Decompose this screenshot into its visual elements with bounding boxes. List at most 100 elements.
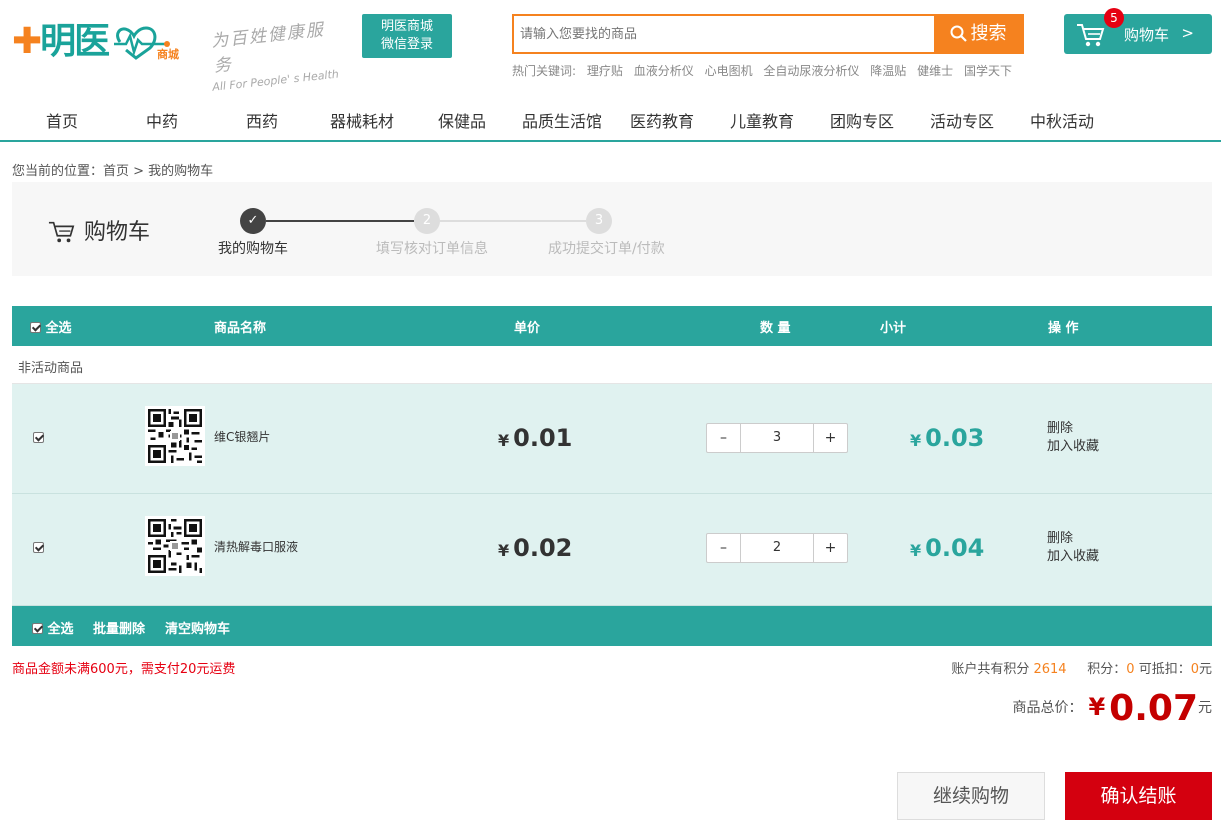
row-subtotal: ¥0.03 <box>910 424 985 452</box>
header: ✚明医 商城 为百姓健康服务 All For People' s Health … <box>0 0 1221 95</box>
nav-item[interactable]: 医药教育 <box>612 108 712 132</box>
table-row: 维C银翘片 ¥0.01 – 3 + ¥0.03 删除 加入收藏 <box>12 384 1212 494</box>
hot-keywords-label: 热门关键词: <box>512 64 577 78</box>
main-nav: 首页 中药 西药 器械耗材 保健品 品质生活馆 医药教育 儿童教育 团购专区 活… <box>0 100 1221 142</box>
row-checkbox[interactable] <box>33 432 44 443</box>
delete-link[interactable]: 删除 <box>1047 420 1099 438</box>
search-button[interactable]: 搜索 <box>934 16 1022 52</box>
qr-code-icon <box>148 409 202 463</box>
quantity-stepper: – 3 + <box>706 423 848 453</box>
deduct-amount: 0 <box>1190 662 1199 677</box>
cart-label: 购物车 <box>1124 26 1170 44</box>
cart-arrow: > <box>1181 24 1194 42</box>
hot-keyword[interactable]: 健维士 <box>917 64 953 78</box>
total-currency: ¥ <box>1088 693 1106 721</box>
cart-button[interactable]: 5 购物车 > <box>1064 8 1212 54</box>
breadcrumb: 您当前的位置：首页 > 我的购物车 <box>12 164 214 179</box>
nav-item[interactable]: 活动专区 <box>912 108 1012 132</box>
batch-delete-button[interactable]: 批量删除 <box>93 618 145 637</box>
hot-keyword[interactable]: 血液分析仪 <box>634 64 694 78</box>
total-label: 商品总价： <box>1012 700 1083 716</box>
row-actions: 删除 加入收藏 <box>1047 530 1099 566</box>
qr-code-icon <box>148 519 202 573</box>
qty-input[interactable]: 2 <box>741 534 813 562</box>
nav-item[interactable]: 品质生活馆 <box>512 108 612 132</box>
wechat-login-button[interactable]: 明医商城 微信登录 <box>362 14 452 58</box>
points-summary: 账户共有积分 2614 积分：0 可抵扣：0元 <box>951 658 1212 677</box>
add-favorite-link[interactable]: 加入收藏 <box>1047 438 1099 456</box>
hot-keyword[interactable]: 降温贴 <box>870 64 906 78</box>
nav-item[interactable]: 中秋活动 <box>1012 108 1112 132</box>
search-input[interactable] <box>514 16 934 52</box>
hot-keyword[interactable]: 理疗贴 <box>587 64 623 78</box>
hot-keyword[interactable]: 全自动尿液分析仪 <box>763 64 859 78</box>
select-all-label: 全选 <box>47 622 74 637</box>
delete-link[interactable]: 删除 <box>1047 530 1099 548</box>
total-unit: 元 <box>1198 700 1212 716</box>
step-connector <box>266 220 414 222</box>
step-label: 成功提交订单/付款 <box>548 241 665 257</box>
nav-item[interactable]: 西药 <box>212 108 312 132</box>
search-button-label: 搜索 <box>970 23 1007 44</box>
qty-increase-button[interactable]: + <box>813 424 847 452</box>
product-thumbnail[interactable] <box>145 516 205 576</box>
add-favorite-link[interactable]: 加入收藏 <box>1047 548 1099 566</box>
col-ops: 操 作 <box>1048 321 1079 336</box>
nav-item[interactable]: 首页 <box>12 108 112 132</box>
checkout-steps: 购物车 ✓ 2 3 我的购物车 填写核对订单信息 成功提交订单/付款 <box>12 182 1212 276</box>
row-checkbox[interactable] <box>33 542 44 553</box>
search-icon <box>950 25 967 42</box>
qty-decrease-button[interactable]: – <box>707 424 741 452</box>
product-name[interactable]: 维C银翘片 <box>214 428 270 445</box>
points-total: 2614 <box>1033 662 1067 677</box>
points-use: 0 <box>1126 662 1135 677</box>
cart-table-header: 全选 商品名称 单价 数 量 小计 操 作 <box>12 306 1212 346</box>
quantity-stepper: – 2 + <box>706 533 848 563</box>
table-row: 清热解毒口服液 ¥0.02 – 2 + ¥0.04 删除 加入收藏 <box>12 494 1212 606</box>
hot-keyword[interactable]: 心电图机 <box>705 64 753 78</box>
group-label: 非活动商品 <box>12 346 1212 384</box>
page-title: 购物车 <box>48 214 150 246</box>
col-name: 商品名称 <box>214 321 267 336</box>
site-logo[interactable]: ✚明医 商城 <box>12 20 192 68</box>
nav-item[interactable]: 器械耗材 <box>312 108 412 132</box>
clear-cart-button[interactable]: 清空购物车 <box>165 618 230 637</box>
page-title-text: 购物车 <box>84 220 151 245</box>
col-qty: 数 量 <box>760 321 791 336</box>
order-total: 商品总价： ¥0.07元 <box>1012 688 1212 729</box>
select-all-header[interactable]: 全选 <box>30 317 72 336</box>
nav-item[interactable]: 团购专区 <box>812 108 912 132</box>
qty-decrease-button[interactable]: – <box>707 534 741 562</box>
continue-shopping-button[interactable]: 继续购物 <box>897 772 1045 820</box>
step-label: 填写核对订单信息 <box>376 241 488 257</box>
points-use-label: 积分： <box>1087 662 1127 677</box>
select-all-label: 全选 <box>45 321 72 336</box>
wechat-login-line2: 微信登录 <box>380 37 433 52</box>
cart-icon <box>48 221 75 243</box>
qty-increase-button[interactable]: + <box>813 534 847 562</box>
unit-price: ¥0.01 <box>498 424 573 452</box>
step-connector <box>440 220 586 222</box>
slogan: 为百姓健康服务 All For People' s Health <box>210 14 342 94</box>
slogan-cn: 为百姓健康服务 <box>210 19 326 77</box>
deduct-label: 可抵扣： <box>1138 662 1191 677</box>
product-name[interactable]: 清热解毒口服液 <box>214 538 298 555</box>
nav-item[interactable]: 中药 <box>112 108 212 132</box>
nav-item[interactable]: 保健品 <box>412 108 512 132</box>
nav-item[interactable]: 儿童教育 <box>712 108 812 132</box>
hot-keywords: 热门关键词: 理疗贴 血液分析仪 心电图机 全自动尿液分析仪 降温贴 健维士 国… <box>512 62 1012 79</box>
qty-input[interactable]: 3 <box>741 424 813 452</box>
product-thumbnail[interactable] <box>145 406 205 466</box>
cart-count-badge: 5 <box>1104 8 1124 28</box>
brand-sub: 商城 <box>157 48 179 61</box>
select-all-checkbox[interactable] <box>32 623 43 634</box>
select-all-footer[interactable]: 全选 <box>32 618 74 637</box>
checkout-button[interactable]: 确认结账 <box>1065 772 1212 820</box>
col-price: 单价 <box>514 321 541 336</box>
select-all-checkbox[interactable] <box>30 322 41 333</box>
cart-icon <box>1077 24 1105 47</box>
brand-text: ✚明医 <box>12 21 110 62</box>
hot-keyword[interactable]: 国学天下 <box>964 64 1012 78</box>
search-box: 搜索 <box>512 14 1024 54</box>
deduct-unit: 元 <box>1198 662 1212 677</box>
